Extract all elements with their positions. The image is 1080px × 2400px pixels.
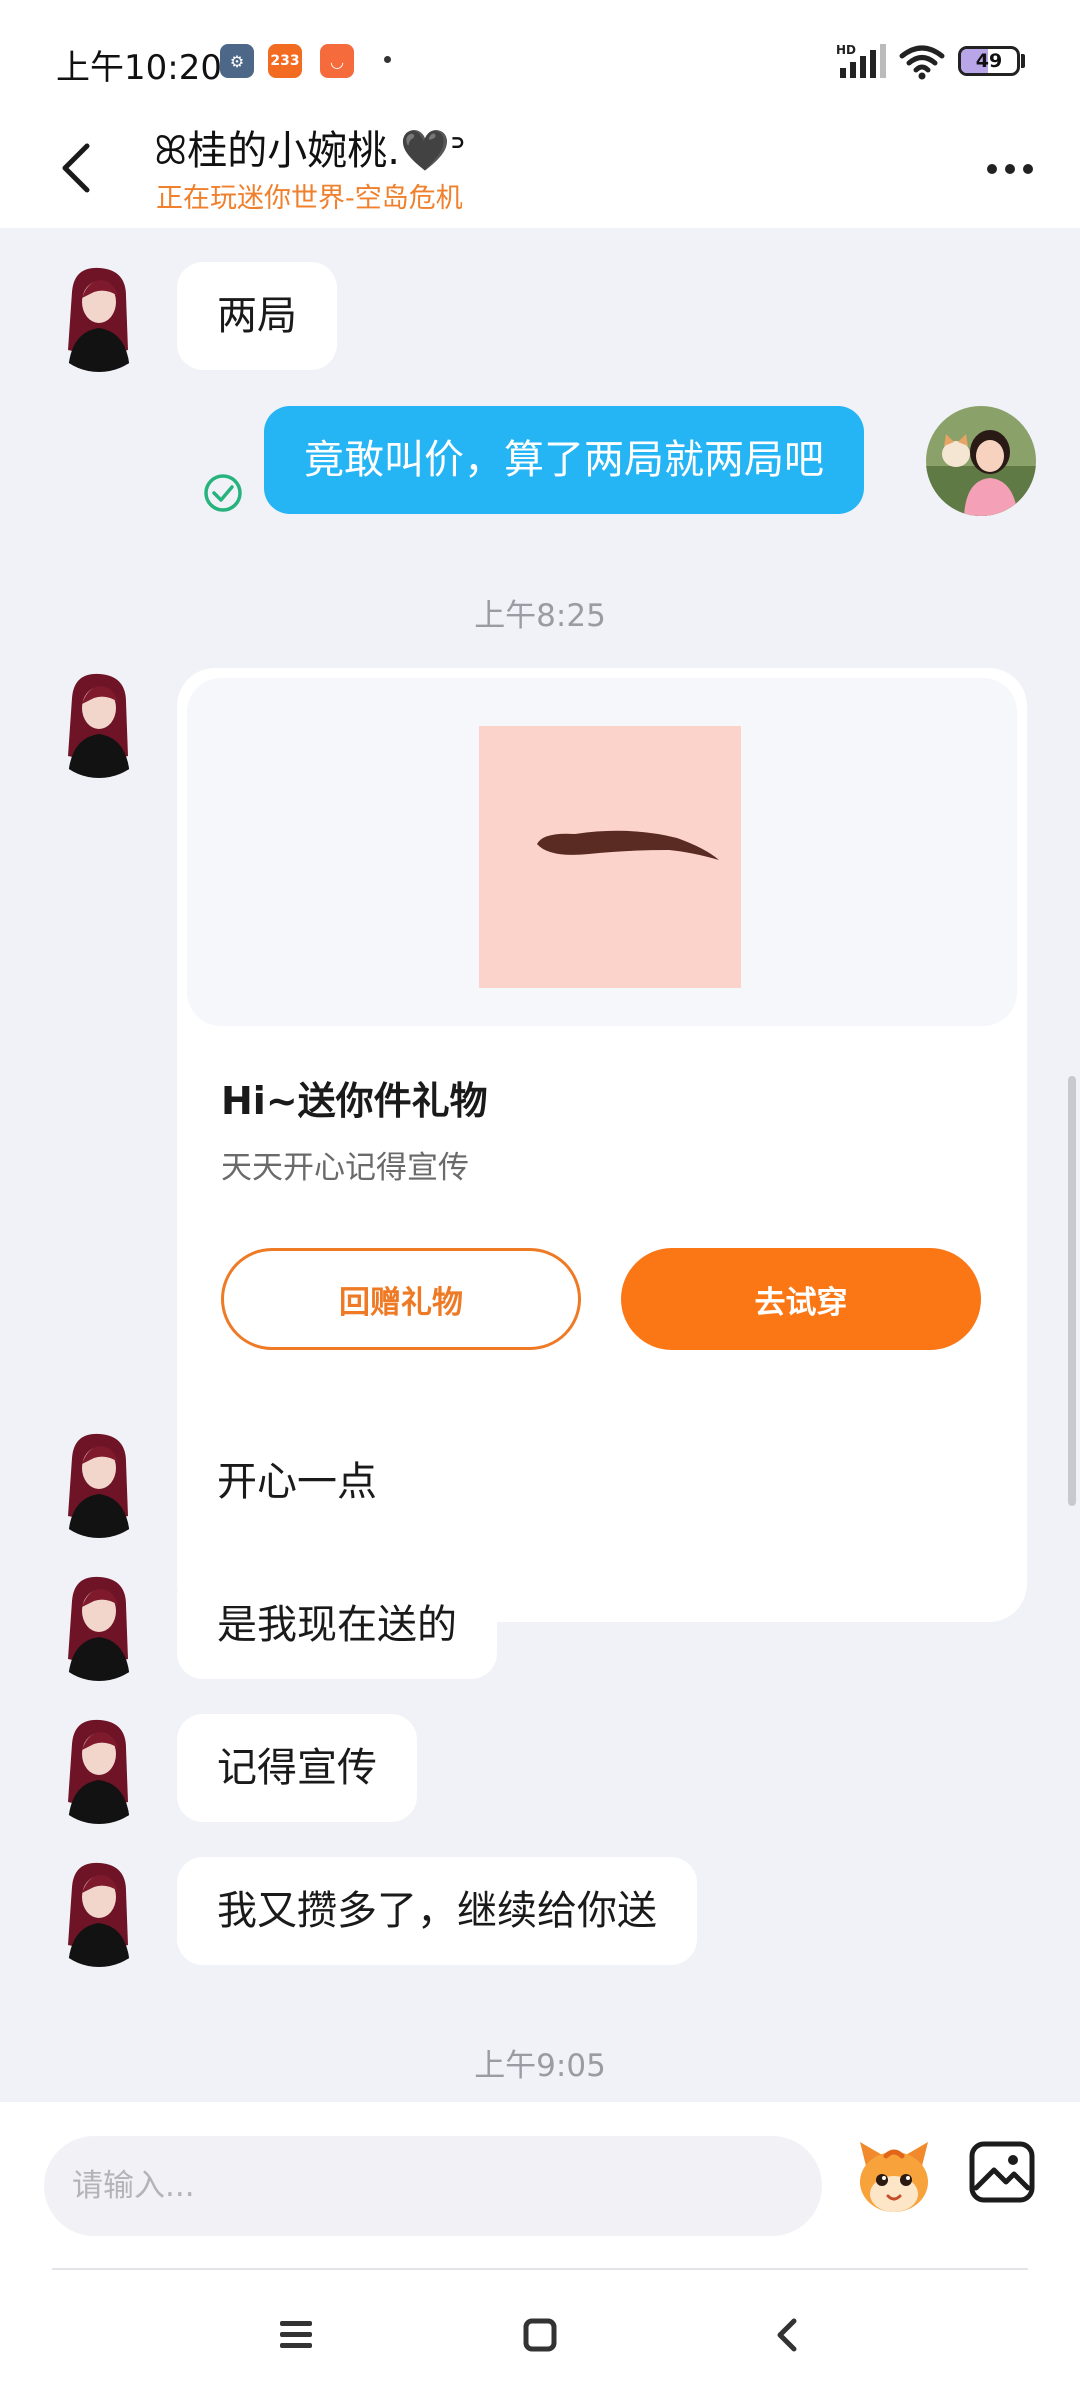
more-options-button[interactable] xyxy=(970,144,1050,194)
gift-description: 天天开心记得宣传 xyxy=(221,1150,469,1186)
back-arrow-icon xyxy=(62,143,90,193)
app-233-icon: 233 xyxy=(268,44,302,78)
try-on-button[interactable]: 去试穿 xyxy=(621,1248,981,1350)
input-bar xyxy=(0,2102,1080,2270)
message-input[interactable] xyxy=(44,2136,822,2236)
message-bubble[interactable]: 开心一点 xyxy=(177,1428,417,1536)
home-icon xyxy=(523,2318,557,2352)
mascot-emoji-icon xyxy=(860,2142,928,2212)
battery-icon: 49 xyxy=(958,46,1020,76)
contact-avatar[interactable] xyxy=(44,262,154,372)
contact-avatar[interactable] xyxy=(44,1857,154,1967)
sent-check-icon xyxy=(204,474,242,512)
contact-avatar[interactable] xyxy=(44,1571,154,1681)
image-button[interactable] xyxy=(966,2136,1038,2208)
message-list[interactable]: 两局 竟敢叫价，算了两局就两局吧 上午8:25 Hi~送你件礼物 天天开心记得宣… xyxy=(0,228,1080,2102)
more-dot xyxy=(1005,164,1015,174)
contact-game-status[interactable]: 正在玩迷你世界-空岛危机 xyxy=(156,176,463,215)
chat-screen: 上午10:20 ⚙ 233 ◡ HD 49 ꕤ桂的小婉桃.🖤ᐣ 正在玩迷你世界-… xyxy=(0,0,1080,2400)
girl-avatar-icon xyxy=(68,1862,130,1967)
message-bubble[interactable]: 记得宣传 xyxy=(177,1714,417,1822)
battery-tip xyxy=(1021,54,1025,68)
message-bubble[interactable]: 是我现在送的 xyxy=(177,1571,497,1679)
eyebrow-icon xyxy=(537,830,719,860)
chat-header: ꕤ桂的小婉桃.🖤ᐣ 正在玩迷你世界-空岛危机 xyxy=(0,118,1080,228)
message-timestamp: 上午8:25 xyxy=(474,598,606,634)
my-avatar-icon xyxy=(926,406,1036,516)
contact-name[interactable]: ꕤ桂的小婉桃.🖤ᐣ xyxy=(154,118,466,176)
nav-back-button[interactable] xyxy=(748,2300,828,2370)
menu-icon xyxy=(280,2321,312,2348)
contact-avatar[interactable] xyxy=(44,668,154,778)
contact-avatar[interactable] xyxy=(44,1428,154,1538)
message-bubble[interactable]: 我又攒多了，继续给你送 xyxy=(177,1857,697,1965)
status-time: 上午10:20 xyxy=(56,48,222,88)
my-message-bubble[interactable]: 竟敢叫价，算了两局就两局吧 xyxy=(264,406,864,514)
battery-level: 49 xyxy=(975,50,1003,72)
girl-avatar-icon xyxy=(68,1719,130,1824)
girl-avatar-icon xyxy=(68,1576,130,1681)
gift-title: Hi~送你件礼物 xyxy=(221,1079,488,1123)
back-icon xyxy=(777,2318,797,2352)
mi-store-icon: ◡ xyxy=(320,44,354,78)
girl-avatar-icon xyxy=(68,267,130,372)
message-bubble[interactable]: 两局 xyxy=(177,262,337,370)
status-bar: 上午10:20 ⚙ 233 ◡ HD 49 xyxy=(0,0,1080,118)
return-gift-button[interactable]: 回赠礼物 xyxy=(221,1248,581,1350)
message-timestamp: 上午9:05 xyxy=(474,2048,606,2084)
nav-menu-button[interactable] xyxy=(256,2300,336,2370)
eyebrow-gift-image xyxy=(479,726,741,988)
system-navigation-bar xyxy=(0,2270,1080,2400)
network-type-label: HD xyxy=(836,43,856,57)
back-button[interactable] xyxy=(46,128,106,208)
scrollbar[interactable] xyxy=(1068,1076,1076,1506)
gift-preview xyxy=(187,678,1017,1026)
girl-avatar-icon xyxy=(68,673,130,778)
image-picker-icon xyxy=(969,2141,1035,2203)
wifi-icon xyxy=(899,45,945,80)
more-dots-icon xyxy=(987,164,997,174)
girl-avatar-icon xyxy=(68,1433,130,1538)
signal-icon: HD xyxy=(836,43,886,78)
settings-app-icon: ⚙ xyxy=(220,44,254,78)
my-avatar[interactable] xyxy=(926,406,1036,516)
more-dot xyxy=(1023,164,1033,174)
notification-dot-icon xyxy=(384,56,391,63)
emoji-button[interactable] xyxy=(852,2136,936,2220)
contact-avatar[interactable] xyxy=(44,1714,154,1824)
nav-home-button[interactable] xyxy=(500,2300,580,2370)
